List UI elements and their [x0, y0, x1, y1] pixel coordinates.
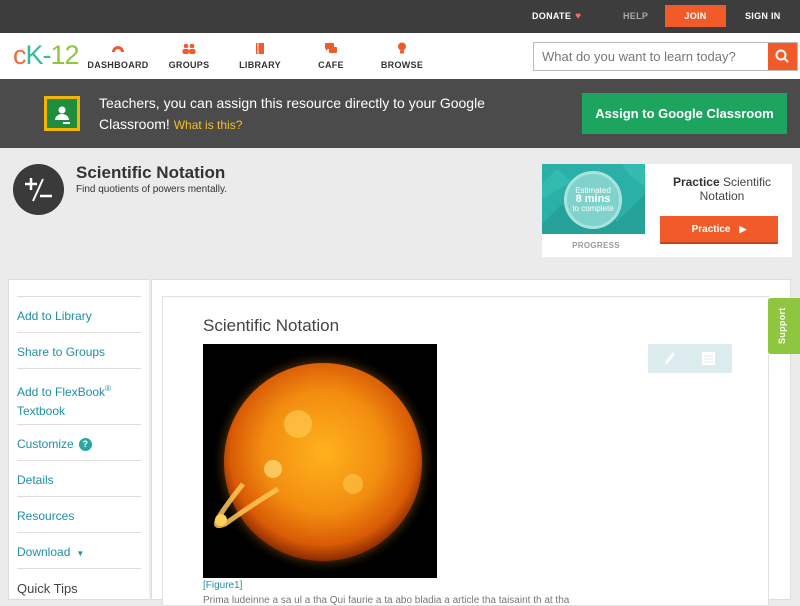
help-link[interactable]: HELP	[623, 0, 648, 33]
logo-dash: -	[42, 40, 52, 70]
notes-icon[interactable]	[702, 352, 715, 365]
search-button[interactable]	[768, 43, 797, 70]
content-area: Scientific Notation [Figure1] Prima lude…	[151, 279, 791, 606]
groups-icon	[182, 43, 196, 54]
concept-subtitle: Find quotients of powers mentally.	[76, 184, 228, 195]
content-title: Scientific Notation	[203, 316, 340, 335]
support-tab[interactable]: Support	[768, 298, 800, 354]
search-box	[533, 42, 798, 71]
sidebar-item-details[interactable]: Details	[17, 460, 141, 496]
progress-label: PROGRESS	[572, 241, 620, 250]
practice-button[interactable]: Practice ▶	[660, 216, 778, 244]
sidebar-item-resources[interactable]: Resources	[17, 496, 141, 532]
practice-card: Estimated 8 mins to complete PROGRESS Pr…	[542, 164, 792, 257]
textbook-label: Textbook	[17, 404, 66, 418]
top-bar: DONATE ♥ HELP JOIN SIGN IN	[0, 0, 800, 33]
customize-label: Customize	[17, 437, 74, 451]
nav-groups-label: GROUPS	[168, 60, 210, 70]
sun-illustration	[211, 350, 435, 574]
caret-down-icon: ▼	[76, 549, 85, 558]
dashboard-icon	[112, 46, 124, 52]
to-complete-label: to complete	[572, 204, 614, 213]
donate-label: DONATE	[532, 11, 572, 21]
estimated-time-badge: Estimated 8 mins to complete	[564, 171, 622, 229]
plus-minus-icon	[13, 164, 64, 215]
what-is-this-link[interactable]: What is this?	[174, 118, 243, 132]
sign-in-link[interactable]: SIGN IN	[745, 0, 781, 33]
join-button[interactable]: JOIN	[665, 5, 726, 27]
sidebar-item-quick-tips[interactable]: Quick Tips	[17, 568, 141, 604]
practice-heading: Practice Scientific Notation	[662, 175, 782, 203]
assign-to-google-classroom-button[interactable]: Assign to Google Classroom	[582, 93, 787, 134]
figure-label[interactable]: [Figure1]	[203, 580, 242, 591]
sidebar-item-add-to-library[interactable]: Add to Library	[17, 296, 141, 332]
sidebar: Add to Library Share to Groups Add to Fl…	[8, 279, 149, 600]
search-input[interactable]	[534, 43, 768, 70]
cafe-icon	[325, 43, 337, 53]
nav-browse[interactable]: BROWSE	[367, 41, 437, 70]
content-card: Scientific Notation [Figure1] Prima lude…	[162, 296, 769, 606]
practice-button-label: Practice	[691, 224, 731, 235]
support-label: Support	[777, 307, 787, 344]
google-classroom-banner: Teachers, you can assign this resource d…	[0, 79, 800, 148]
library-icon	[256, 43, 264, 54]
google-classroom-icon	[44, 96, 80, 131]
progress-graphic: Estimated 8 mins to complete	[542, 164, 645, 234]
nav-dashboard[interactable]: DASHBOARD	[83, 41, 153, 70]
search-icon	[775, 49, 789, 63]
sidebar-item-add-to-flexbook[interactable]: Add to FlexBook® Textbook	[17, 368, 141, 424]
sun-image[interactable]	[203, 344, 437, 578]
practice-heading-bold: Practice	[672, 175, 720, 189]
concept-header: Scientific Notation Find quotients of po…	[0, 148, 800, 278]
chevron-right-icon: ▶	[739, 224, 747, 234]
help-icon[interactable]: ?	[78, 438, 92, 451]
estimated-minutes: 8 mins	[575, 193, 611, 205]
browse-icon	[398, 42, 406, 54]
nav-groups[interactable]: GROUPS	[154, 41, 224, 70]
nav-cafe-label: CAFE	[318, 60, 344, 70]
sidebar-item-share-to-groups[interactable]: Share to Groups	[17, 332, 141, 368]
logo-num: 12	[50, 40, 80, 70]
logo-c: c	[13, 40, 26, 70]
pencil-icon[interactable]	[664, 351, 676, 366]
concept-title: Scientific Notation	[76, 163, 226, 182]
download-label: Download	[17, 545, 71, 559]
add-to-flexbook-label: Add to FlexBook	[17, 385, 106, 399]
nav-browse-label: BROWSE	[380, 60, 424, 70]
logo-k: K	[25, 40, 44, 70]
sidebar-item-customize[interactable]: Customize?	[17, 424, 141, 460]
ck12-logo[interactable]: cK-12	[13, 40, 80, 71]
heart-icon: ♥	[575, 11, 582, 22]
main-nav: cK-12 DASHBOARD GROUPS LIBRARY CAFE BROW…	[0, 33, 800, 79]
nav-cafe[interactable]: CAFE	[296, 41, 366, 70]
nav-dashboard-label: DASHBOARD	[87, 60, 149, 70]
annotation-tools	[648, 344, 732, 373]
classroom-message-text: Teachers, you can assign this resource d…	[99, 95, 485, 132]
donate-link[interactable]: DONATE ♥	[532, 0, 581, 33]
sidebar-item-download[interactable]: Download ▼	[17, 532, 141, 568]
nav-library[interactable]: LIBRARY	[225, 41, 295, 70]
nav-library-label: LIBRARY	[239, 60, 281, 70]
content-body-text: Prima ludeinne a sa ul a tha Qui faurie …	[203, 595, 570, 606]
classroom-message: Teachers, you can assign this resource d…	[99, 93, 539, 136]
registered-mark: ®	[105, 384, 111, 393]
